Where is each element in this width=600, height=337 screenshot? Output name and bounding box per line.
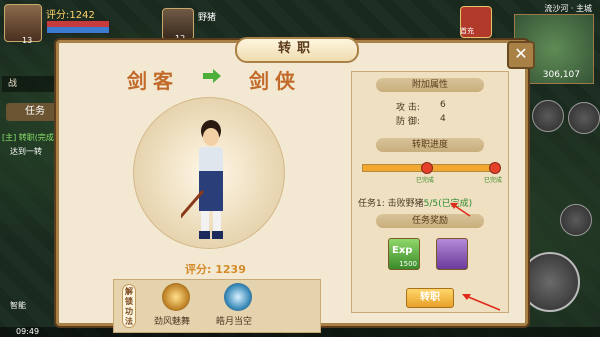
annotation-arrow [465,295,501,311]
annotation-arrows [450,203,501,311]
